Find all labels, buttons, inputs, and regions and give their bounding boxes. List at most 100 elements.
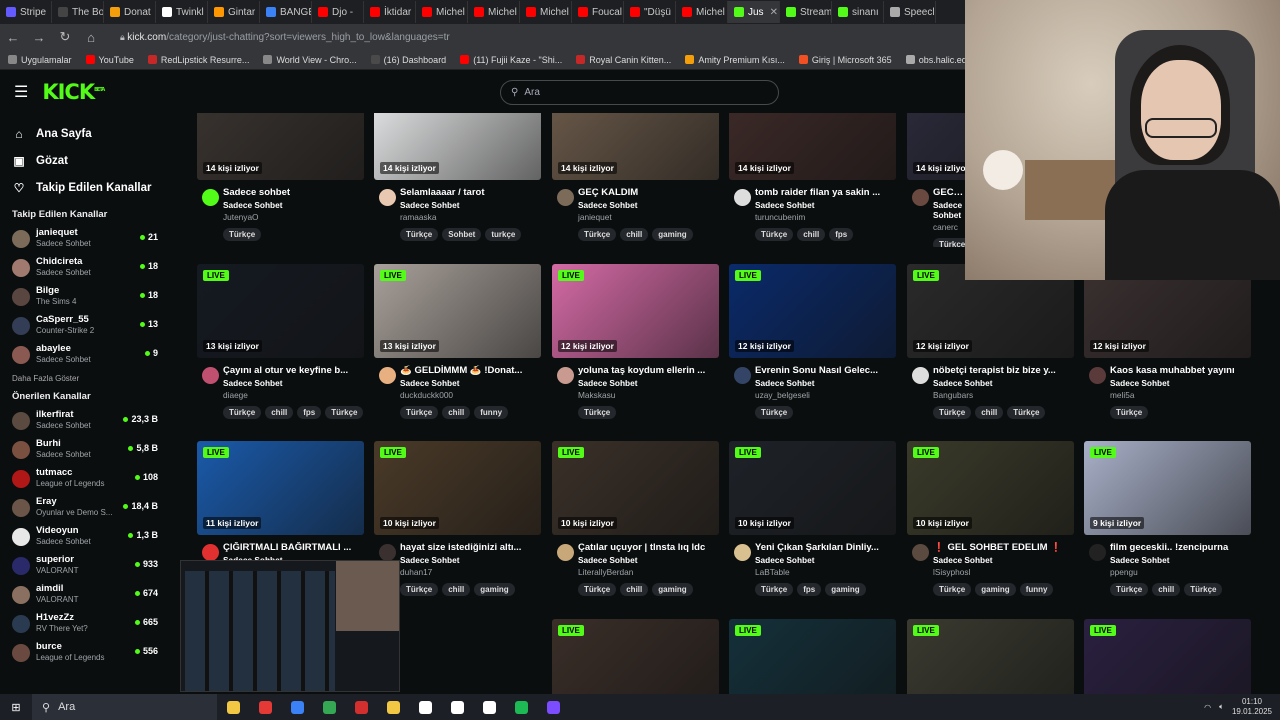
search-input[interactable]: Ara xyxy=(524,87,540,98)
stream-tag[interactable]: Türkçe xyxy=(933,583,972,596)
streamer-avatar[interactable] xyxy=(202,367,219,384)
stream-tag[interactable]: Türkçe xyxy=(400,583,439,596)
streamer-avatar[interactable] xyxy=(1089,367,1106,384)
stream-tag[interactable]: Türkçe xyxy=(1007,406,1046,419)
stream-thumbnail[interactable]: LIVE 9 kişi izliyor xyxy=(1084,441,1251,535)
taskbar-app-icon[interactable] xyxy=(446,698,468,716)
stream-title[interactable]: GECE... xyxy=(933,187,965,198)
stream-category[interactable]: Sadece Sohbet xyxy=(223,378,364,388)
stream-category[interactable]: Sadece Sohbet xyxy=(400,200,541,210)
sidebar-channel[interactable]: abaylee Sadece Sohbet 9 xyxy=(0,340,180,369)
sidebar-channel[interactable]: Burhi Sadece Sohbet 5,8 B xyxy=(0,435,180,464)
streamer-name[interactable]: uzay_belgeseli xyxy=(755,390,896,400)
browser-tab[interactable]: BANGE xyxy=(260,1,312,23)
stream-tag[interactable]: Sohbet xyxy=(442,228,482,241)
taskbar-app-icon[interactable] xyxy=(478,698,500,716)
stream-tag[interactable]: Türkçe xyxy=(933,238,965,247)
streamer-name[interactable]: canerc xyxy=(933,222,965,232)
stream-tag[interactable]: chill xyxy=(1152,583,1181,596)
sidebar-channel[interactable]: janiequet Sadece Sohbet 21 xyxy=(0,224,180,253)
stream-tag[interactable]: chill xyxy=(442,406,471,419)
streamer-avatar[interactable] xyxy=(912,544,929,561)
streamer-avatar[interactable] xyxy=(912,189,929,206)
taskbar-app-icon[interactable] xyxy=(318,698,340,716)
stream-tag[interactable]: Türkçe xyxy=(223,406,262,419)
stream-title[interactable]: ÇIĞIRTMALI BAĞIRTMALI ... xyxy=(223,542,364,553)
sidebar-nav-item[interactable]: ▣ Gözat xyxy=(0,147,180,174)
stream-tag[interactable]: gaming xyxy=(474,583,515,596)
stream-tag[interactable]: chill xyxy=(797,228,826,241)
browser-tab[interactable]: Gintar xyxy=(208,1,260,23)
taskbar-app-icon[interactable] xyxy=(542,698,564,716)
url-field[interactable]: 🔒︎ kick.com/category/just-chatting?sort=… xyxy=(120,32,450,43)
streamer-name[interactable]: janiequet xyxy=(578,212,719,222)
stream-card[interactable]: LIVE 13 kişi izliyor 🍝 GELDİMMM 🍝 !Donat..… xyxy=(374,264,541,425)
stream-thumbnail[interactable]: LIVE 11 kişi izliyor xyxy=(197,441,364,535)
show-more-link[interactable]: Daha Fazla Göster xyxy=(0,369,180,389)
sidebar-channel[interactable]: Eray Oyunlar ve Demo S... 18,4 B xyxy=(0,493,180,522)
sidebar-channel[interactable]: superior VALORANT 933 xyxy=(0,551,180,580)
taskbar-app-icon[interactable] xyxy=(222,698,244,716)
stream-title[interactable]: tomb raider filan ya sakin ... xyxy=(755,187,896,198)
stream-thumbnail[interactable]: LIVE 13 kişi izliyor xyxy=(197,264,364,358)
forward-icon[interactable]: → xyxy=(32,30,46,45)
browser-tab[interactable]: İktidar xyxy=(364,1,416,23)
stream-tag[interactable]: Türkçe xyxy=(755,406,794,419)
streamer-avatar[interactable] xyxy=(557,367,574,384)
browser-tab[interactable]: sinanı xyxy=(832,1,884,23)
browser-tab[interactable]: "Düşü xyxy=(624,1,676,23)
stream-card[interactable]: LIVE 9 kişi izliyor film geceskii.. !zenci… xyxy=(1084,441,1251,602)
streamer-name[interactable]: ppengu xyxy=(1110,567,1251,577)
stream-title[interactable]: hayat size istediğinizi altı... xyxy=(400,542,541,553)
stream-title[interactable]: Çayını al otur ve keyfine b... xyxy=(223,365,364,376)
streamer-name[interactable]: diaege xyxy=(223,390,364,400)
streamer-name[interactable]: duckduckk000 xyxy=(400,390,541,400)
back-icon[interactable]: ← xyxy=(6,30,20,45)
sidebar-nav-item[interactable]: ⌂ Ana Sayfa xyxy=(0,120,180,147)
browser-tab[interactable]: Foucal xyxy=(572,1,624,23)
stream-title[interactable]: Çatılar uçuyor | tlnsta lıq ldc xyxy=(578,542,719,553)
streamer-avatar[interactable] xyxy=(1089,544,1106,561)
stream-card[interactable]: LIVE 12 kişi izliyor yoluna taş koydum ell… xyxy=(552,264,719,425)
streamer-avatar[interactable] xyxy=(202,189,219,206)
sidebar-channel[interactable]: tutmacc League of Legends 108 xyxy=(0,464,180,493)
stream-tag[interactable]: turkçe xyxy=(485,228,522,241)
stream-card[interactable]: LIVE 13 kişi izliyor Çayını al otur ve key… xyxy=(197,264,364,425)
kick-logo[interactable]: KICKBETA xyxy=(42,80,105,104)
taskbar-app-icon[interactable] xyxy=(382,698,404,716)
stream-title[interactable]: film geceskii.. !zencipurna xyxy=(1110,542,1251,553)
streamer-avatar[interactable] xyxy=(734,367,751,384)
streamer-avatar[interactable] xyxy=(202,544,219,561)
stream-category[interactable]: Sadece Sohbet xyxy=(755,555,896,565)
stream-title[interactable]: Yeni Çıkan Şarkıları Dinliy... xyxy=(755,542,896,553)
wifi-icon[interactable]: ◠ xyxy=(1204,703,1211,712)
bookmark-item[interactable]: (11) Fujii Kaze - "Shi... xyxy=(460,55,562,65)
stream-category[interactable]: Sadece Sohbet xyxy=(400,378,541,388)
streamer-avatar[interactable] xyxy=(557,189,574,206)
stream-category[interactable]: Sadece Sohbet xyxy=(1110,555,1251,565)
streamer-name[interactable]: Makskasu xyxy=(578,390,719,400)
streamer-name[interactable]: Bangubars xyxy=(933,390,1074,400)
stream-title[interactable]: yoluna taş koydum ellerin ... xyxy=(578,365,719,376)
bookmark-item[interactable]: Giriş | Microsoft 365 xyxy=(798,55,892,65)
stream-title[interactable]: Selamlaaaar / tarot xyxy=(400,187,541,198)
stream-category[interactable]: Sadece Sohbet xyxy=(933,378,1074,388)
stream-thumbnail[interactable]: LIVE 10 kişi izliyor xyxy=(729,441,896,535)
stream-title[interactable]: Kaos kasa muhabbet yayını xyxy=(1110,365,1251,376)
browser-tab[interactable]: Stream xyxy=(780,1,832,23)
stream-tag[interactable]: Türkçe xyxy=(1110,583,1149,596)
taskbar-app-icon[interactable] xyxy=(254,698,276,716)
stream-category[interactable]: Sadece Sohbet xyxy=(933,555,1074,565)
sidebar-channel[interactable]: Bilge The Sims 4 18 xyxy=(0,282,180,311)
stream-card[interactable]: LIVE 10 kişi izliyor Yeni Çıkan Şarkıları … xyxy=(729,441,896,602)
stream-title[interactable]: Sadece sohbet xyxy=(223,187,364,198)
sidebar-nav-item[interactable]: ♡ Takip Edilen Kanallar xyxy=(0,174,180,201)
stream-tag[interactable]: Türkçe xyxy=(578,583,617,596)
stream-category[interactable]: Sadece Sohbet xyxy=(578,378,719,388)
streamer-name[interactable]: LaBTable xyxy=(755,567,896,577)
sidebar-channel[interactable]: H1vezZz RV There Yet? 665 xyxy=(0,609,180,638)
bookmark-item[interactable]: (16) Dashboard xyxy=(370,55,446,65)
reload-icon[interactable]: ↻ xyxy=(58,29,72,45)
stream-category[interactable]: Sadece Sohbet xyxy=(933,200,965,220)
stream-tag[interactable]: Türkçe xyxy=(755,583,794,596)
